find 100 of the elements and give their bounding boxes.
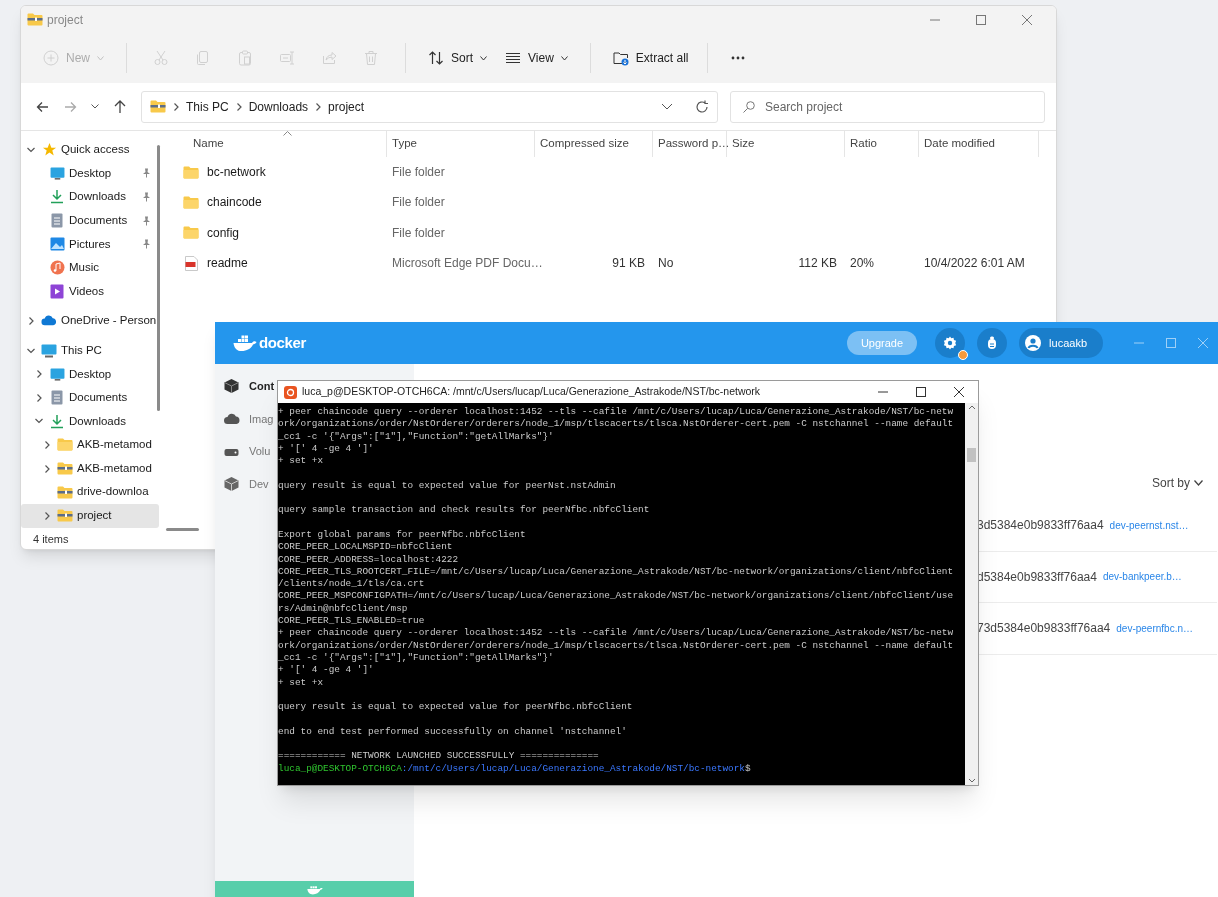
tree-item[interactable]: Downloads <box>21 409 159 434</box>
sidebar-item[interactable]: Dev <box>215 468 269 501</box>
chevron-right-icon[interactable] <box>43 440 51 449</box>
table-cell-text: 112 KB <box>798 255 837 273</box>
caret-icon <box>560 55 568 61</box>
zip-folder-icon <box>57 509 73 523</box>
monitor-icon <box>41 343 57 358</box>
container-name-link[interactable]: dev-peernfbc.n… <box>1116 620 1193 636</box>
chevron-down-icon <box>1194 480 1203 486</box>
scroll-thumb[interactable] <box>967 448 976 462</box>
scrollbar[interactable] <box>965 403 978 785</box>
table-cell-text: 10/4/2022 6:01 AM <box>924 255 1025 273</box>
tree-item[interactable]: OneDrive - Person <box>21 309 159 333</box>
folder-icon <box>183 226 199 240</box>
tree-item[interactable]: This PC <box>21 338 159 363</box>
column-header[interactable]: Name <box>193 135 224 153</box>
table-cell-text: File folder <box>392 194 445 212</box>
terminal-line: Export global params for peerNfbc.nbfcClient <box>278 528 527 542</box>
bug-icon <box>986 336 999 350</box>
terminal-line: + peer chaincode query --orderer localhost:1452 --tls --cafile /mnt/c/Users/lucap/Luca/Generazione_Astrakode/NST/bc-netw <box>278 627 955 640</box>
terminal-line: CORE_PEER_TLS_ROOTCERT_FILE=/mnt/c/Users/lucap/Luca/Generazione_Astrakode/NST/bc-network/organizations/client/nbfcClient <box>278 565 955 579</box>
column-header[interactable]: Type <box>392 135 417 153</box>
chevron-right-icon[interactable] <box>43 464 51 473</box>
view-button[interactable]: View <box>497 41 576 75</box>
file-name[interactable]: chaincode <box>207 193 262 212</box>
scrollbar[interactable] <box>157 145 160 411</box>
column-header[interactable]: Ratio <box>850 135 877 153</box>
sidebar-item[interactable]: Cont <box>215 370 275 403</box>
window-title: project <box>47 11 84 29</box>
tree-item[interactable]: drive-downloa <box>21 480 159 504</box>
account-button[interactable]: lucaakb <box>1019 328 1103 358</box>
table-cell-text: 91 KB <box>612 255 645 273</box>
tree-item[interactable]: AKB-metamod <box>21 456 159 481</box>
file-name[interactable]: bc-network <box>207 163 266 182</box>
container-name-link[interactable]: dev-bankpeer.b… <box>1102 569 1182 585</box>
caret-icon <box>97 55 104 61</box>
tree-item[interactable]: Pictures <box>21 232 159 256</box>
breadcrumb-item[interactable]: Downloads <box>248 97 309 116</box>
tree-item[interactable]: Desktop <box>21 362 159 386</box>
cube-icon <box>223 378 240 395</box>
column-header[interactable]: Password p… <box>658 135 730 153</box>
bug-button[interactable] <box>977 328 1008 358</box>
extract-button[interactable]: Extract all <box>604 41 697 75</box>
chevron-right-icon[interactable] <box>35 393 43 402</box>
zip-folder-icon <box>57 462 73 475</box>
window-title: luca_p@DESKTOP-OTCH6CA: /mnt/c/Users/lucap/Luca/Generazione_Astrakode/NST/bc-network <box>302 384 761 400</box>
address-bar[interactable]: This PC Downloads project <box>141 90 718 123</box>
container-name-link[interactable]: dev-peernst.nst… <box>1109 517 1189 533</box>
folder-icon <box>183 195 199 209</box>
video-icon <box>49 283 65 299</box>
chevron-down-icon[interactable] <box>661 102 673 111</box>
search-field[interactable]: Search project <box>730 90 1045 123</box>
table-cell-text: No <box>658 255 674 273</box>
sidebar-item[interactable]: Imag <box>215 402 274 436</box>
chevron-right-icon[interactable] <box>234 102 243 111</box>
tree-item[interactable]: Quick access <box>21 138 159 162</box>
breadcrumb-item[interactable]: project <box>328 97 365 116</box>
whale-icon <box>306 883 323 895</box>
column-header[interactable]: Size <box>732 135 755 153</box>
tree-item[interactable]: Downloads <box>21 185 159 209</box>
chevron-right-icon[interactable] <box>35 370 43 379</box>
tree-item[interactable]: Videos <box>21 279 159 304</box>
terminal-line: query sample transaction and check results for peerNfbc.nbfcClient <box>278 504 651 517</box>
tree-item[interactable]: Documents <box>21 208 159 233</box>
caret-icon <box>480 55 488 61</box>
breadcrumb-item[interactable]: This PC <box>186 97 229 116</box>
settings-button[interactable] <box>935 328 966 358</box>
terminal-line: CORE_PEER_TLS_ENABLED=true <box>278 615 426 628</box>
chevron-right-icon[interactable] <box>172 102 180 111</box>
file-name[interactable]: readme <box>207 254 248 273</box>
refresh-icon[interactable] <box>695 99 709 114</box>
chevron-down-icon[interactable] <box>35 417 43 426</box>
terminal-line: /clients/node_1/tls/ca.crt <box>278 578 426 591</box>
chevron-right-icon[interactable] <box>27 316 35 325</box>
prompt-symbol: $ <box>744 762 751 775</box>
status-bar-text: 4 items <box>33 531 69 547</box>
sort-button[interactable]: Sort <box>420 41 496 75</box>
terminal-line: + set +x <box>278 676 324 689</box>
sidebar-item[interactable]: Volu <box>215 435 271 469</box>
cube-icon <box>223 476 240 493</box>
tree-item[interactable]: Music <box>21 255 159 280</box>
chevron-down-icon[interactable] <box>27 346 35 355</box>
sort-by-dropdown[interactable]: Sort by <box>1152 474 1190 492</box>
scrollbar[interactable] <box>166 528 199 531</box>
zip-folder-icon <box>57 485 73 499</box>
file-name[interactable]: config <box>207 223 240 242</box>
column-header[interactable]: Compressed size <box>540 135 629 153</box>
tree-item[interactable]: Documents <box>21 385 159 410</box>
chevron-down-icon[interactable] <box>27 145 35 154</box>
chevron-right-icon[interactable] <box>43 511 51 520</box>
chevron-right-icon[interactable] <box>314 102 323 111</box>
music-note-icon <box>49 260 65 276</box>
folder-icon <box>57 438 73 452</box>
tree-item[interactable]: project <box>21 503 159 528</box>
terminal-line: + peer chaincode query --orderer localhost:1452 --tls --cafile /mnt/c/Users/lucap/Luca/Generazione_Astrakode/NST/bc-netw <box>278 406 955 419</box>
terminal-line: CORE_PEER_ADDRESS=localhost:4222 <box>278 553 460 566</box>
tree-item[interactable]: Desktop <box>21 161 159 186</box>
terminal-line: query result is equal to expected value for peerNfbc.nbfcClient <box>278 701 634 714</box>
column-header[interactable]: Date modified <box>924 135 995 153</box>
tree-item[interactable]: AKB-metamod <box>21 433 159 457</box>
